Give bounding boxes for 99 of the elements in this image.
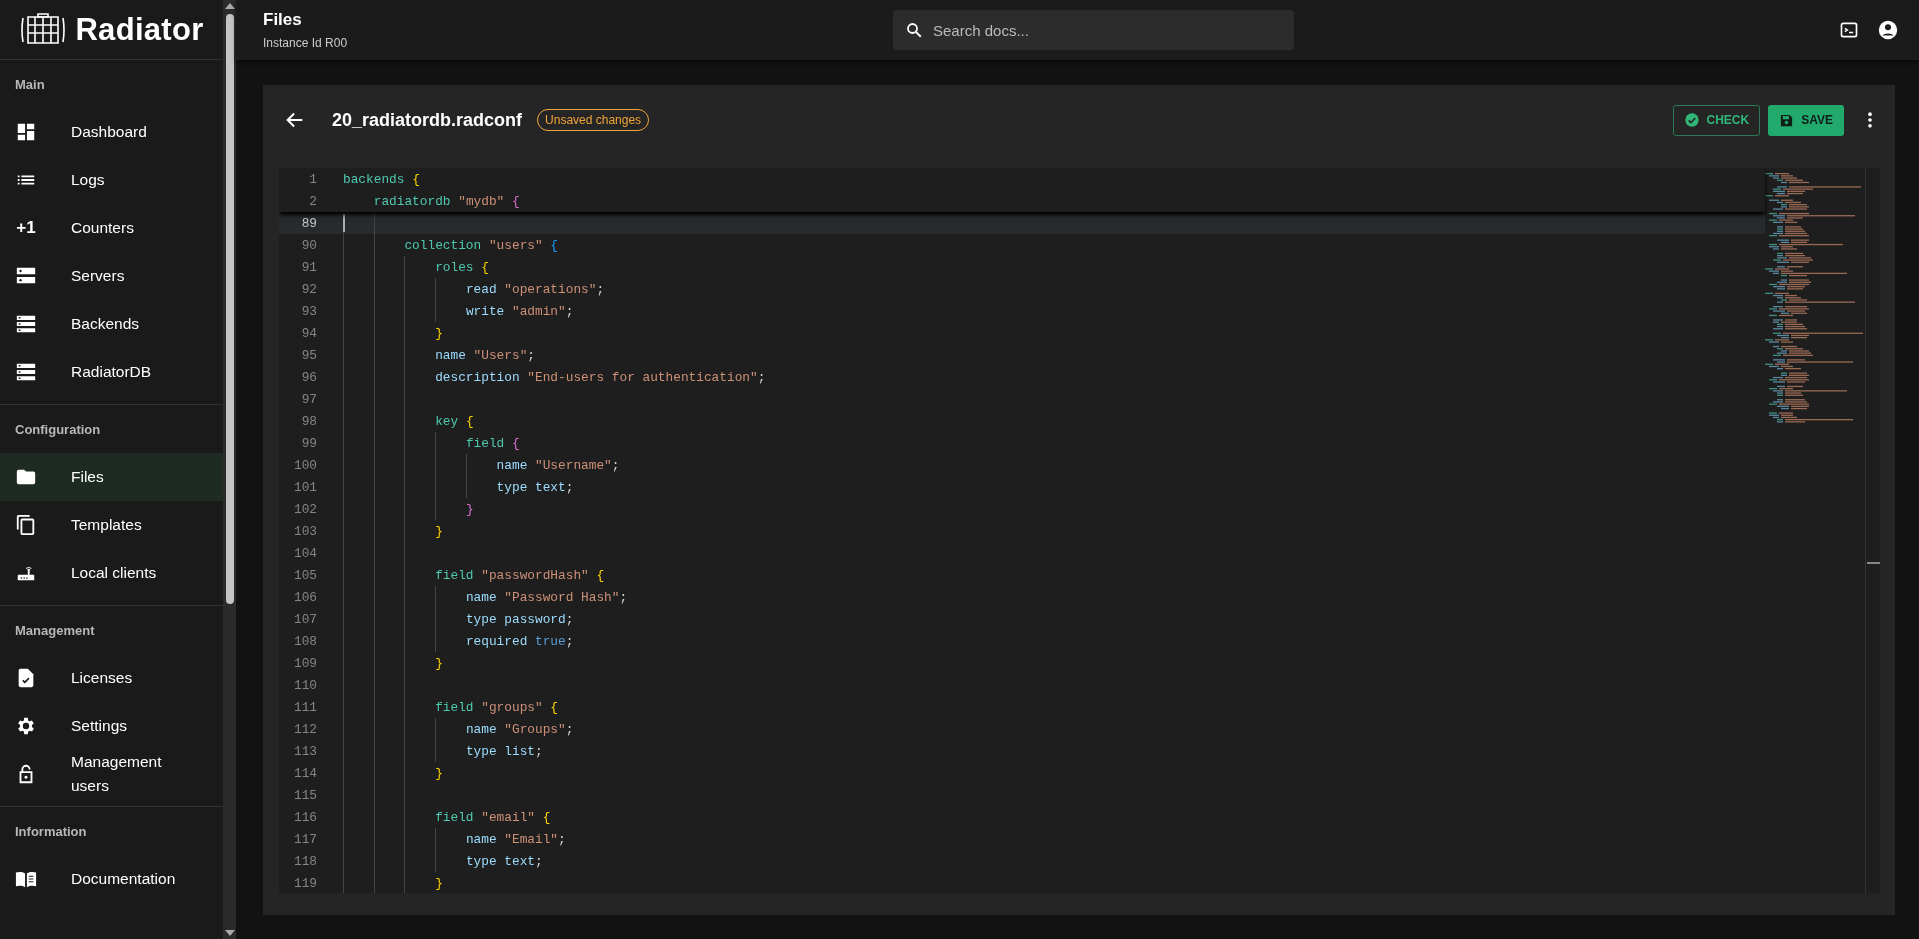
nav-item[interactable]: Dashboard xyxy=(0,108,223,156)
action-button[interactable]: CHECK xyxy=(1672,104,1761,136)
nav-item[interactable]: +1 Counters xyxy=(0,204,223,252)
nav-item[interactable]: Licenses xyxy=(0,654,223,702)
nav-icon xyxy=(15,121,37,143)
line-number: 92 xyxy=(300,281,317,297)
line-number: 103 xyxy=(292,523,317,539)
nav-item[interactable]: Settings xyxy=(0,702,223,750)
instance-id: Instance Id R00 xyxy=(263,36,349,50)
code-line: name "Groups"; xyxy=(465,721,574,737)
nav-item[interactable]: Servers xyxy=(0,252,223,300)
code-line: collection "users" { xyxy=(404,237,559,253)
line-number: 112 xyxy=(292,721,317,737)
line-number: 113 xyxy=(292,743,317,759)
code-line: name "Username"; xyxy=(496,457,620,473)
nav-item[interactable]: Documentation xyxy=(0,855,223,903)
code-line: } xyxy=(435,325,443,341)
line-number: 111 xyxy=(292,699,317,715)
search-icon xyxy=(905,21,923,39)
code-line: name "Users"; xyxy=(435,347,535,363)
code-line: radiatordb "mydb" { xyxy=(373,193,520,209)
nav-item[interactable]: Templates xyxy=(0,501,223,549)
line-number: 101 xyxy=(292,479,317,495)
code-line: key { xyxy=(435,413,474,429)
scroll-bar[interactable] xyxy=(223,0,236,939)
code-line: type text; xyxy=(496,479,574,495)
line-number: 118 xyxy=(292,853,317,869)
line-number: 100 xyxy=(292,457,317,473)
code-line: } xyxy=(465,501,474,517)
code-line: field "email" { xyxy=(435,809,551,825)
section-label: Main xyxy=(15,76,45,92)
code-line: name "Password Hash"; xyxy=(465,589,628,605)
save-icon xyxy=(1779,112,1795,128)
code-line: type password; xyxy=(465,611,574,627)
line-number: 109 xyxy=(292,655,317,671)
code-line: required true; xyxy=(465,633,574,649)
line-number: 97 xyxy=(300,391,317,407)
code-line: read "operations"; xyxy=(465,281,605,297)
terminal-icon[interactable] xyxy=(1839,20,1859,40)
line-number: 116 xyxy=(292,809,317,825)
line-number: 114 xyxy=(292,765,317,781)
nav-icon xyxy=(15,361,37,383)
section-label: Information xyxy=(15,823,87,839)
nav-item[interactable]: Files xyxy=(0,453,223,501)
plus-one-icon: +1 xyxy=(16,218,36,238)
line-number: 91 xyxy=(300,259,317,275)
nav-item[interactable]: Logs xyxy=(0,156,223,204)
line-number: 93 xyxy=(300,303,317,319)
code-line: description "End-users for authentication"; xyxy=(435,369,766,385)
nav-item[interactable]: Management users xyxy=(0,750,223,798)
line-number: 115 xyxy=(292,787,317,803)
line-number: 98 xyxy=(300,413,317,429)
text-cursor xyxy=(343,214,345,232)
line-number: 119 xyxy=(292,875,317,891)
code-line: field { xyxy=(465,435,520,451)
file-name: 20_radiatordb.radconf xyxy=(332,109,523,131)
action-button[interactable]: SAVE xyxy=(1768,104,1844,136)
nav-icon xyxy=(15,313,37,335)
code-line: type text; xyxy=(465,853,543,869)
logo-text: Radiator xyxy=(75,11,204,48)
section-label: Management xyxy=(15,622,95,638)
scroll-bar[interactable] xyxy=(1865,168,1880,893)
code-line: } xyxy=(435,655,443,671)
nav-item[interactable]: RadiatorDB xyxy=(0,348,223,396)
line-number: 117 xyxy=(292,831,317,847)
nav-icon xyxy=(15,715,37,737)
nav-icon xyxy=(15,514,37,536)
line-number: 104 xyxy=(292,545,317,561)
line-number: 94 xyxy=(300,325,317,341)
line-number: 99 xyxy=(300,435,317,451)
code-line: backends { xyxy=(343,171,420,187)
nav-item[interactable]: Local clients xyxy=(0,549,223,597)
line-number: 96 xyxy=(300,369,317,385)
nav-item[interactable]: Backends xyxy=(0,300,223,348)
line-number: 108 xyxy=(292,633,317,649)
code-line: name "Email"; xyxy=(465,831,566,847)
code-line: write "admin"; xyxy=(465,303,574,319)
page-title: Files xyxy=(263,10,303,30)
line-number: 110 xyxy=(292,677,317,693)
line-number: 90 xyxy=(300,237,317,253)
code-line: } xyxy=(435,765,443,781)
code-line: roles { xyxy=(435,259,489,275)
line-number: 95 xyxy=(300,347,317,363)
code-line: field "groups" { xyxy=(435,699,559,715)
line-number: 105 xyxy=(292,567,317,583)
code-line: } xyxy=(435,523,443,539)
code-line: } xyxy=(435,875,443,891)
code-line: type list; xyxy=(465,743,543,759)
line-number: 89 xyxy=(300,215,317,231)
line-number: 106 xyxy=(292,589,317,605)
line-number: 107 xyxy=(292,611,317,627)
code-line: field "passwordHash" { xyxy=(435,567,605,583)
line-number: 102 xyxy=(292,501,317,517)
check-circle-icon xyxy=(1683,112,1700,128)
line-number: 1 xyxy=(308,171,317,187)
line-number: 2 xyxy=(308,193,317,209)
account-icon[interactable] xyxy=(1877,19,1899,41)
search-field[interactable]: Search docs... xyxy=(893,10,1294,50)
section-label: Configuration xyxy=(15,421,101,437)
